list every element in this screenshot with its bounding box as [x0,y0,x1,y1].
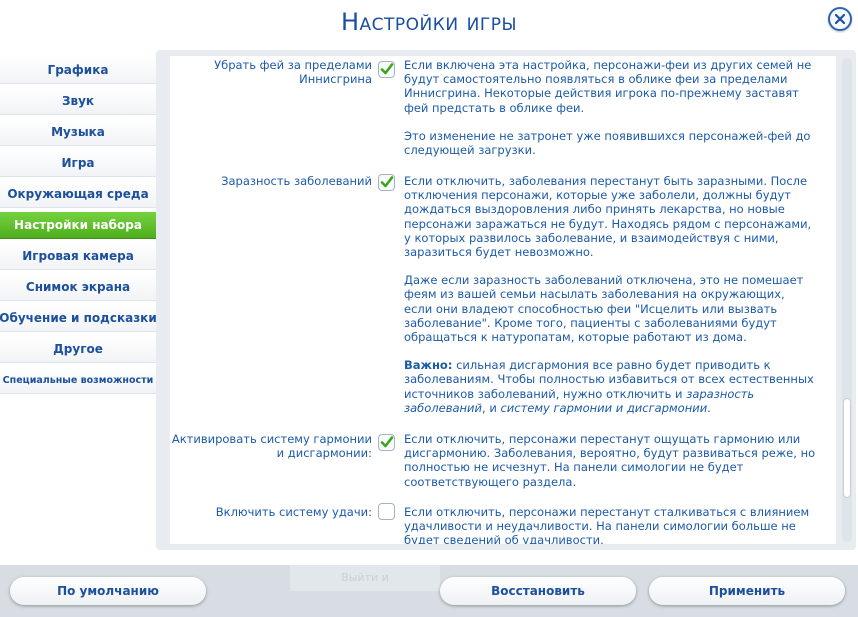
setting-description: Если отключить, заболевания перестанут б… [404,174,816,429]
description-paragraph: Если включена эта настройка, персонажи-ф… [404,58,812,115]
close-icon [834,13,846,25]
checkmark-icon [380,63,394,75]
setting-description: Если включена эта настройка, персонажи-ф… [404,58,816,171]
page-title: Настройки игры [340,8,518,36]
hidden-exit-button: Выйти и [290,565,440,591]
sidebar-item-tutorial[interactable]: Обучение и подсказки [0,305,157,332]
title-bar: Настройки игры [0,0,858,46]
sidebar-item-graphics[interactable]: Графика [0,57,156,84]
checkmark-icon [380,436,394,448]
luck-system-checkbox[interactable] [378,503,395,520]
settings-panel: Убрать фей за пределами Иннисгрина Если … [156,50,856,550]
harmony-system-checkbox[interactable] [378,434,395,451]
sidebar-item-pack-settings[interactable]: Настройки набора [0,212,156,239]
sidebar-item-game[interactable]: Игра [0,150,156,177]
description-paragraph: Если отключить, персонажи перестанут ста… [404,505,810,544]
sidebar-item-accessibility[interactable]: Специальные возможности [0,367,156,394]
default-button[interactable]: По умолчанию [10,577,206,605]
important-note: Важно: сильная дисгармония все равно буд… [404,358,814,415]
sidebar-item-camera[interactable]: Игровая камера [0,243,156,270]
description-paragraph: Даже если заразность заболеваний отключе… [404,273,804,345]
important-label: Важно: [404,358,453,373]
setting-description: Если отключить, персонажи перестанут ста… [404,505,816,544]
apply-button[interactable]: Применить [649,577,845,605]
description-paragraph: Если отключить, заболевания перестанут б… [404,174,812,260]
description-paragraph: Если отключить, персонажи перестанут ощу… [404,432,816,489]
scrollbar-thumb[interactable] [843,398,851,498]
setting-label: Убрать фей за пределами Иннисгрина [214,58,372,86]
description-paragraph: Это изменение не затронет уже появившихс… [404,128,811,158]
setting-label: Активировать систему гармонии и дисгармо… [171,432,372,460]
important-italic-term: систему гармонии и дисгармонии [500,400,708,415]
sidebar-item-screenshot[interactable]: Снимок экрана [0,274,156,301]
setting-description: Если отключить, персонажи перестанут ощу… [404,432,816,503]
restore-button[interactable]: Восстановить [440,577,636,605]
sidebar: Графика Звук Музыка Игра Окружающая сред… [0,57,157,398]
settings-list[interactable]: Убрать фей за пределами Иннисгрина Если … [170,56,836,544]
setting-label: Включить систему удачи: [215,505,372,519]
close-button[interactable] [828,7,852,31]
sidebar-item-environment[interactable]: Окружающая среда [0,181,156,208]
setting-label: Заразность заболеваний [221,174,372,188]
remove-fairies-checkbox[interactable] [378,61,395,78]
scrollbar[interactable] [842,58,852,542]
sidebar-item-music[interactable]: Музыка [0,119,156,146]
sidebar-item-sound[interactable]: Звук [0,88,156,115]
sidebar-item-other[interactable]: Другое [0,336,156,363]
checkmark-icon [380,176,394,188]
disease-contagion-checkbox[interactable] [378,174,395,191]
